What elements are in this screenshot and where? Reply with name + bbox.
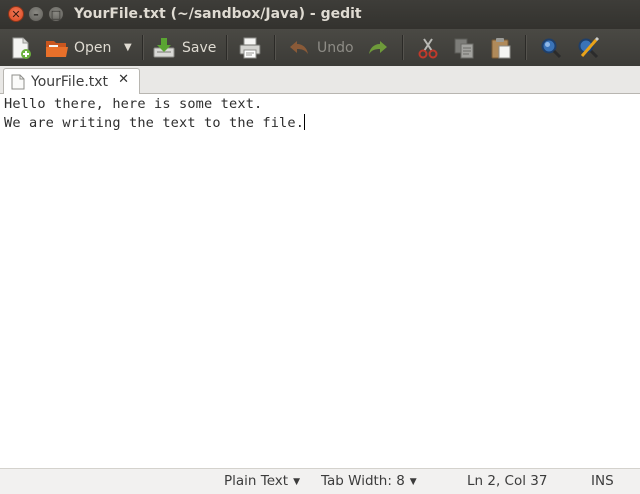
toolbar-separator [525,35,526,60]
cursor-position: Ln 2, Col 37 [467,473,548,489]
status-bar: Plain Text ▼ Tab Width: 8 ▼ Ln 2, Col 37 I… [0,468,640,492]
folder-open-icon [44,36,68,60]
undo-button[interactable]: Undo [287,32,354,63]
print-button[interactable] [238,32,262,63]
toolbar: Open ▼ Save Undo [0,29,640,66]
tab-width-selector[interactable]: Tab Width: 8 ▼ [321,469,417,493]
window-title: YourFile.txt (~/sandbox/Java) - gedit [74,6,362,22]
undo-label: Undo [317,39,354,56]
window-maximize-button[interactable]: □ [48,6,64,22]
new-document-icon [9,36,33,60]
scissors-icon [416,36,440,60]
find-button[interactable] [539,32,563,63]
find-replace-icon [576,36,600,60]
window-minimize-button[interactable]: – [28,6,44,22]
editor-line: We are writing the text to the file. [4,114,306,131]
cut-button[interactable] [416,32,440,63]
language-label: Plain Text [224,473,289,489]
language-selector[interactable]: Plain Text ▼ [224,469,300,493]
text-editor-area[interactable]: Hello there, here is some text. We are w… [0,94,640,468]
editor-line: Hello there, here is some text. [4,96,263,112]
paste-button[interactable] [489,32,513,63]
chevron-down-icon: ▼ [409,477,417,487]
toolbar-separator [226,35,227,60]
open-button[interactable]: Open [44,32,111,63]
find-replace-button[interactable] [576,32,600,63]
tab-width-label: Tab Width: 8 [321,473,405,489]
window-close-button[interactable]: ✕ [8,6,24,22]
toolbar-separator [402,35,403,60]
chevron-down-icon: ▼ [293,477,300,487]
redo-button[interactable] [366,32,390,63]
undo-arrow-icon [287,36,311,60]
new-button[interactable] [9,32,33,63]
open-dropdown-button[interactable]: ▼ [124,32,132,63]
printer-icon [238,36,262,60]
insert-mode-indicator: INS [591,473,614,489]
document-tab-label: YourFile.txt [31,73,109,90]
title-bar: ✕ – □ YourFile.txt (~/sandbox/Java) - ge… [0,0,640,29]
document-tab-strip: YourFile.txt ✕ [0,66,640,94]
text-file-icon [11,74,25,90]
redo-arrow-icon [366,36,390,60]
magnifier-icon [539,36,563,60]
close-tab-icon[interactable]: ✕ [118,72,129,87]
toolbar-separator [142,35,143,60]
save-button[interactable]: Save [152,32,216,63]
text-cursor [304,114,306,130]
save-label: Save [182,39,217,56]
save-download-icon [152,36,176,60]
chevron-down-icon: ▼ [124,42,132,53]
copy-button[interactable] [452,32,476,63]
clipboard-icon [489,36,513,60]
document-tab[interactable]: YourFile.txt ✕ [3,68,140,94]
toolbar-separator [274,35,275,60]
open-label: Open [74,39,112,56]
copy-icon [452,36,476,60]
